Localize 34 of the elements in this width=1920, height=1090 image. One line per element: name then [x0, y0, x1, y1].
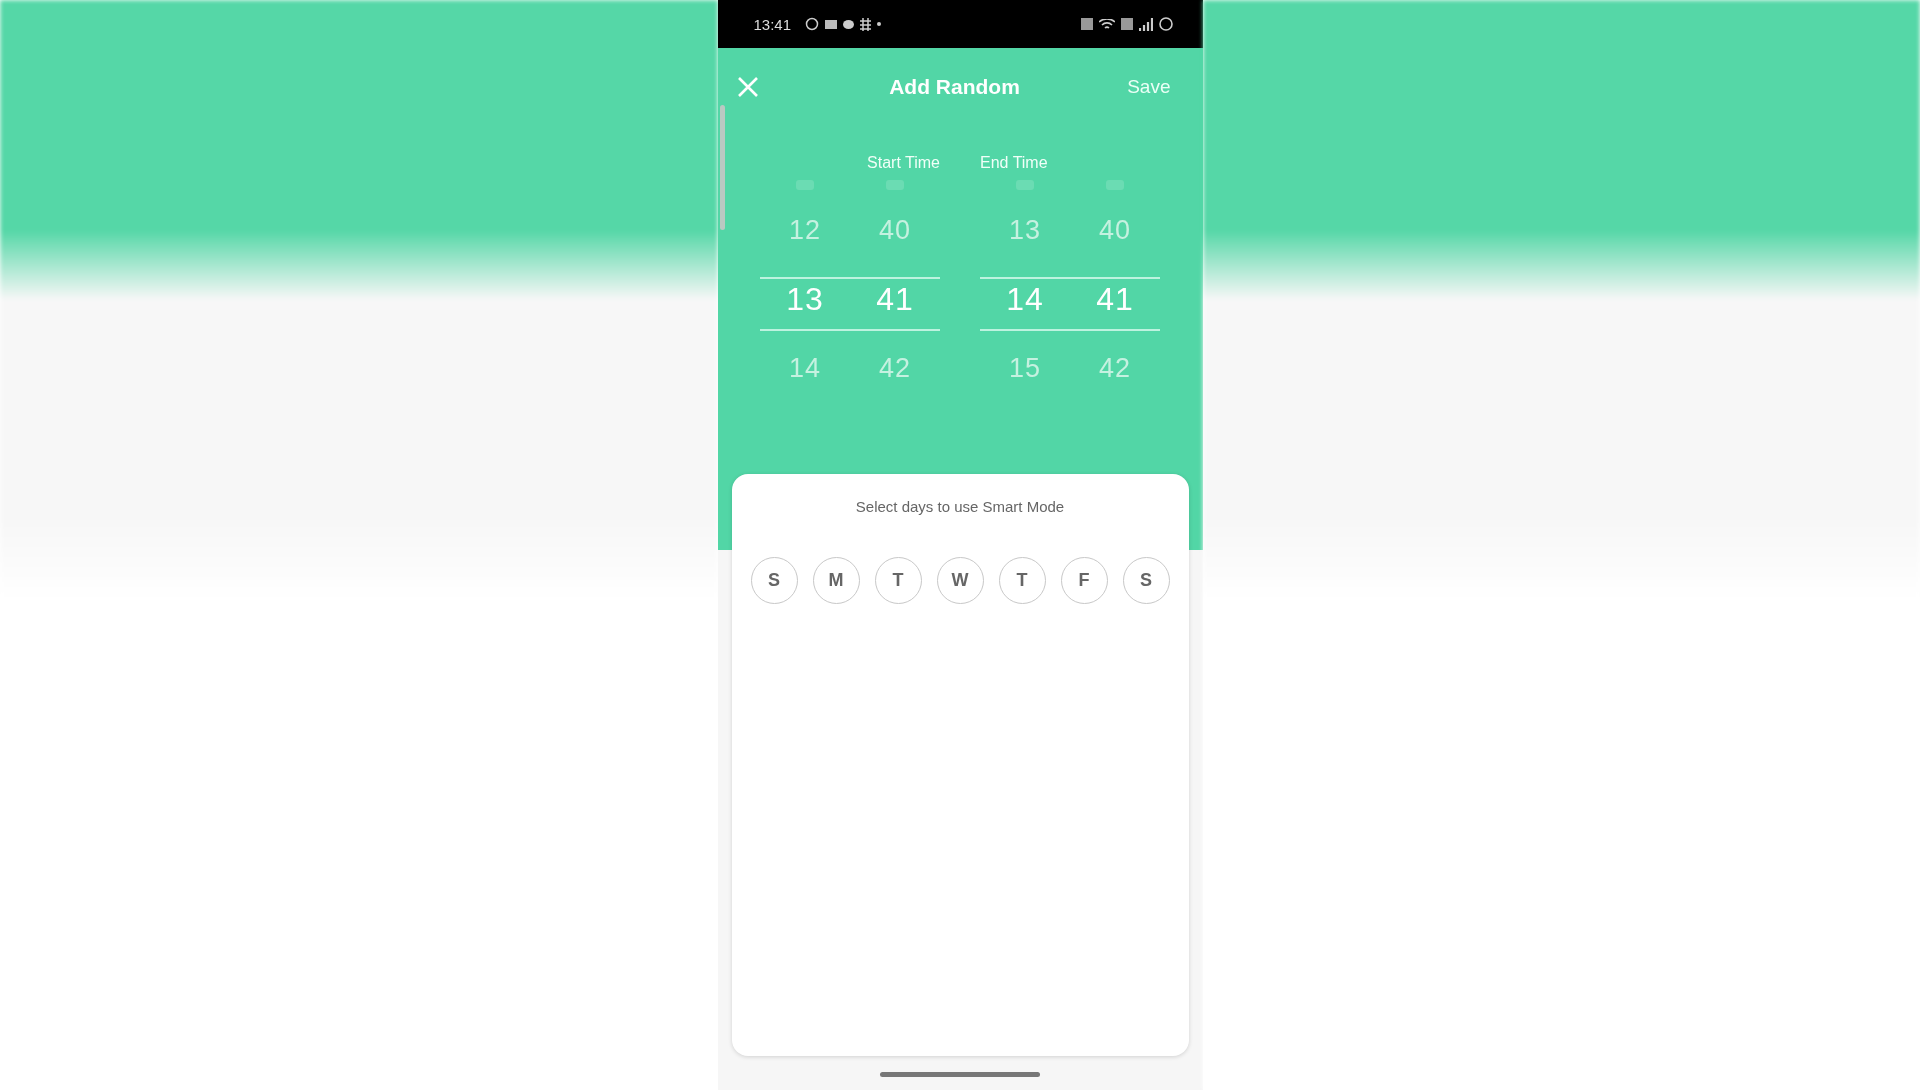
save-button[interactable]: Save [1121, 72, 1177, 102]
wheel-value[interactable]: 14 [1006, 265, 1044, 334]
day-toggle[interactable]: F [1060, 557, 1108, 604]
card-title: Select days to use Smart Mode [855, 498, 1065, 515]
wheel-value[interactable]: 14 [788, 334, 821, 403]
wheel-value[interactable]: 40 [1098, 196, 1131, 265]
wheel-value[interactable]: 41 [1096, 265, 1134, 334]
wifi-icon [1098, 19, 1115, 29]
wheel-value[interactable]: 42 [1098, 334, 1131, 403]
close-icon [736, 76, 759, 98]
wheel-value[interactable]: 41 [876, 265, 914, 334]
faded-value [1106, 180, 1124, 190]
day-toggle[interactable]: W [936, 557, 984, 604]
status-time: 13:41 [753, 15, 792, 33]
wheel-value[interactable]: 12 [788, 196, 821, 265]
picker-label: End Time [980, 154, 1049, 173]
faded-value [886, 180, 904, 190]
faded-value [1016, 180, 1034, 190]
signal-icon [1138, 17, 1153, 31]
hash-icon [860, 17, 872, 31]
day-toggle[interactable]: S [1122, 557, 1170, 604]
picker-label: Start Time [866, 154, 940, 173]
dot-icon [877, 22, 882, 26]
day-toggle[interactable]: S [750, 557, 798, 604]
day-toggle[interactable]: M [812, 557, 860, 604]
wheel-value[interactable]: 40 [878, 196, 911, 265]
day-toggle[interactable]: T [874, 557, 922, 604]
day-toggle[interactable]: T [998, 557, 1046, 604]
screen-title: Add Random [889, 75, 1020, 99]
wheel-value[interactable]: 42 [878, 334, 911, 403]
faded-value [796, 180, 814, 190]
wheel-value[interactable]: 13 [786, 265, 824, 334]
wheel-value[interactable]: 15 [1008, 334, 1041, 403]
wheel-value[interactable]: 13 [1008, 196, 1041, 265]
